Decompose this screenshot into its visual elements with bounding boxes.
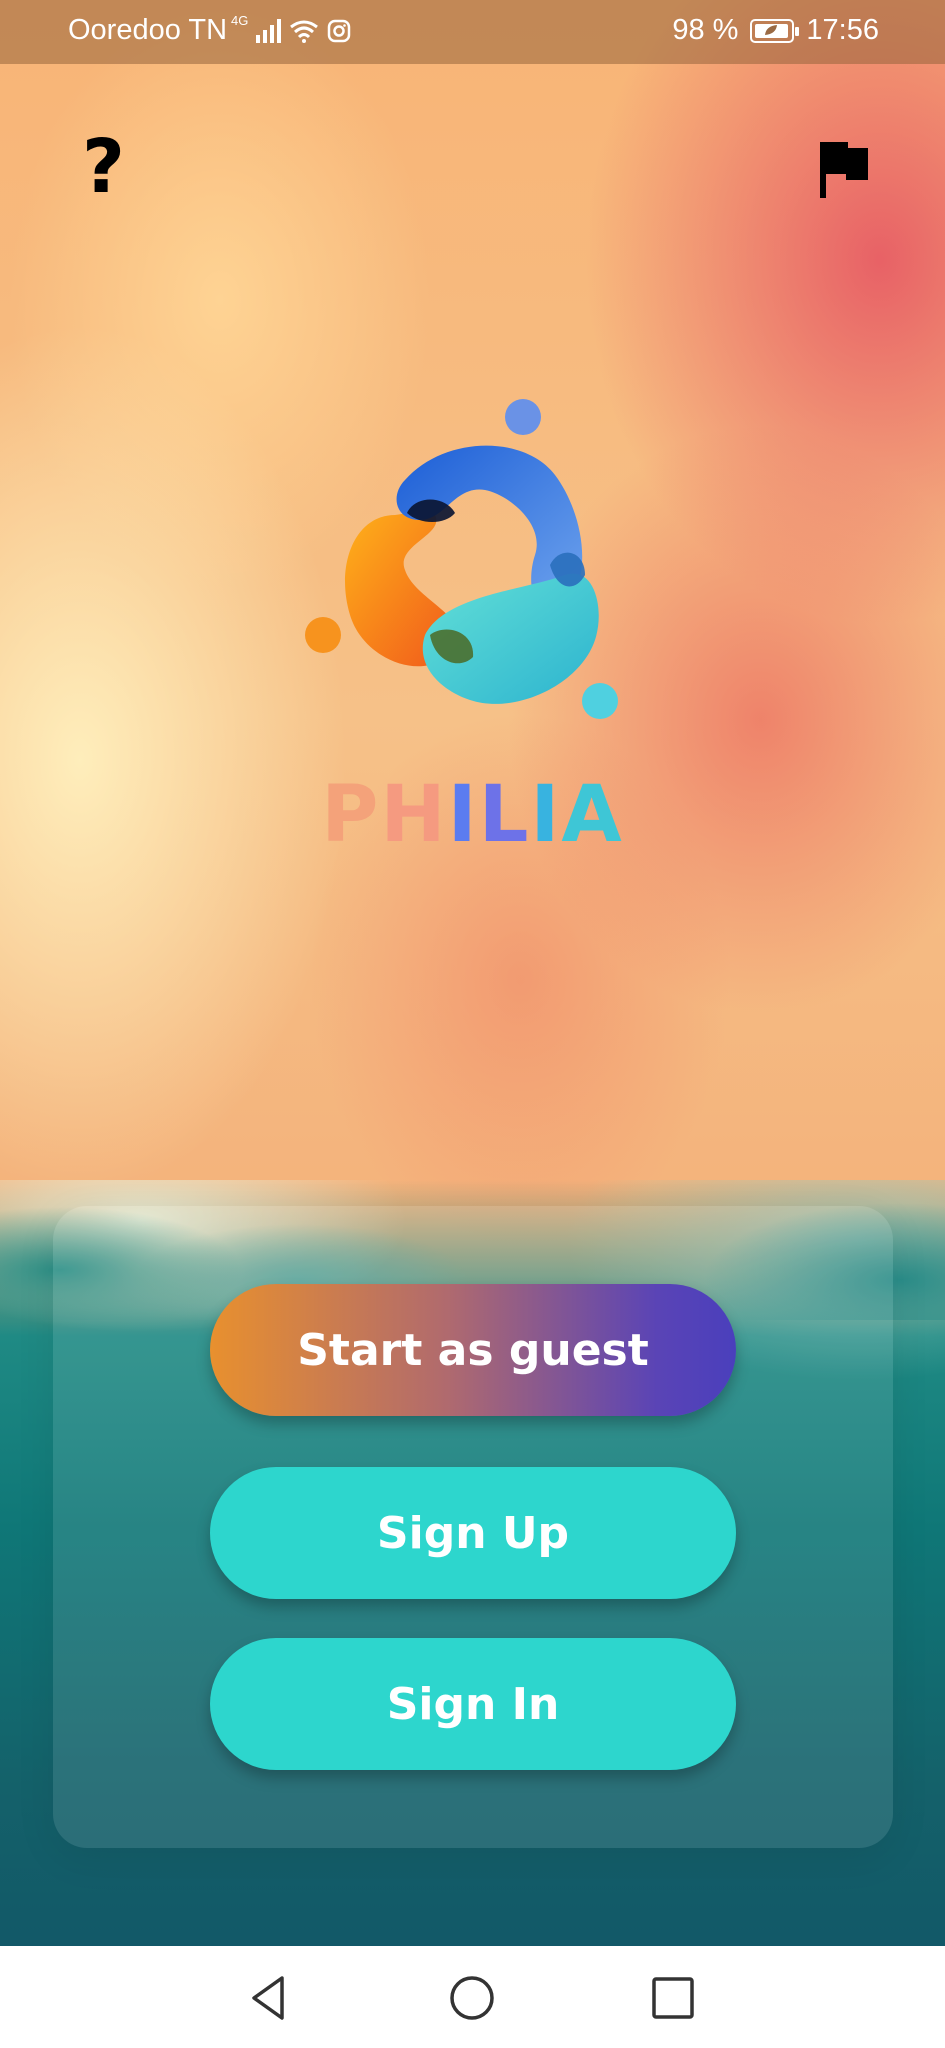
back-triangle-icon[interactable] (242, 1970, 298, 2026)
clock-time: 17:56 (806, 14, 879, 46)
wifi-icon (290, 20, 319, 43)
status-bar: Ooredoo TN 4G 98 % 17:56 (0, 0, 945, 64)
recent-apps-square-icon[interactable] (645, 1970, 701, 2026)
home-circle-icon[interactable] (444, 1970, 500, 2026)
philia-logo (305, 399, 618, 719)
system-navigation-bar (0, 1946, 945, 2048)
brand-letter-h: H (380, 770, 448, 860)
instagram-icon (328, 19, 351, 42)
status-right: 98 % 17:56 (672, 14, 879, 47)
brand-name: PHILIA (0, 770, 945, 860)
battery-icon (750, 18, 800, 43)
network-type: 4G (231, 13, 249, 28)
status-left: Ooredoo TN 4G (68, 13, 351, 47)
sign-up-button[interactable]: Sign Up (210, 1467, 736, 1599)
brand-letter-a: A (561, 770, 624, 860)
brand-letter-p: P (321, 770, 381, 860)
start-as-guest-button[interactable]: Start as guest (210, 1284, 736, 1416)
sign-in-button[interactable]: Sign In (210, 1638, 736, 1770)
brand-letter-l: L (478, 770, 531, 860)
brand-letter-i: I (447, 770, 479, 860)
question-mark-icon[interactable]: ? (82, 130, 125, 204)
flag-icon[interactable] (818, 140, 870, 200)
signal-icon (256, 18, 282, 43)
battery-percent: 98 % (672, 14, 739, 46)
carrier-name: Ooredoo TN (68, 14, 228, 46)
app-screen: Ooredoo TN 4G 98 % 17:56 ? PHILIA Start … (0, 0, 945, 2048)
brand-letter-i2: I (530, 770, 562, 860)
